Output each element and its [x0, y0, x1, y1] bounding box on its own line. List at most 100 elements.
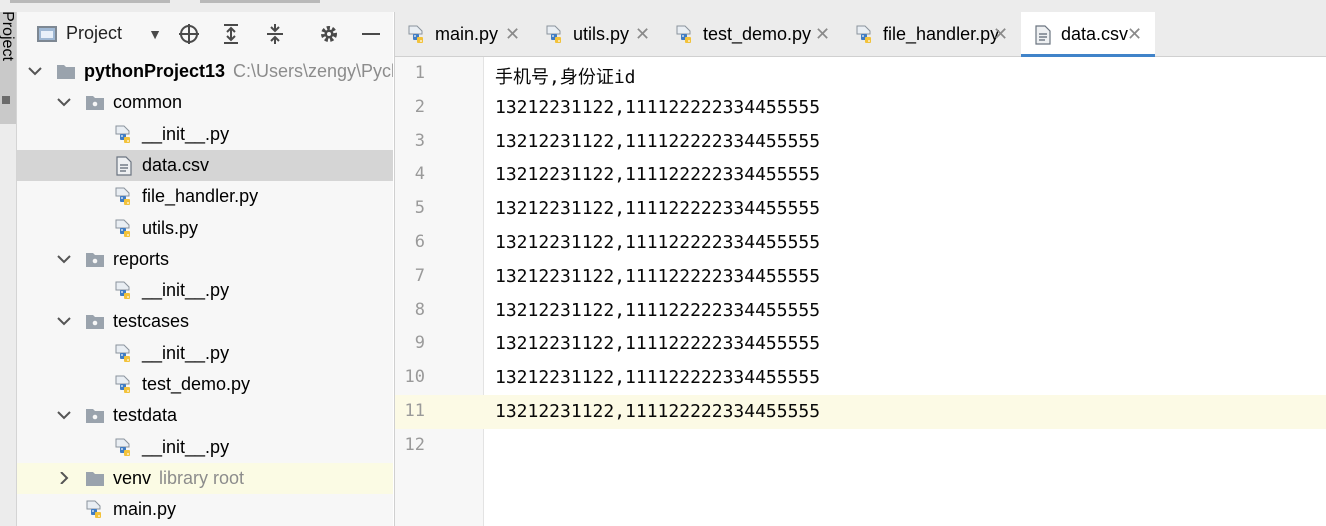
close-icon[interactable]: ✕	[505, 24, 520, 45]
tree-item-utils-py[interactable]: utils.py	[17, 213, 393, 244]
close-icon[interactable]: ✕	[635, 24, 650, 45]
code-line-text: 13212231122,111122222334455555	[495, 198, 821, 220]
tab-test-demo-py[interactable]: test_demo.py ✕	[663, 12, 843, 56]
code-line[interactable]: 7 13212231122,111122222334455555	[395, 260, 1326, 294]
package-folder-icon	[85, 312, 105, 332]
chevron-down-icon[interactable]	[57, 400, 71, 431]
tree-item-label: __init__.py	[142, 280, 230, 301]
tree-item-testcases[interactable]: testcases	[17, 306, 393, 337]
tree-item-venv[interactable]: venv library root	[17, 462, 393, 494]
close-icon[interactable]: ✕	[815, 24, 830, 45]
tree-item-pythonproject13[interactable]: pythonProject13 C:\Users\zengy\Pych	[17, 56, 393, 87]
tab-label: data.csv	[1061, 24, 1129, 44]
hide-panel-icon[interactable]	[359, 22, 383, 46]
top-strip-fragment	[10, 0, 170, 3]
python-file-icon	[114, 375, 134, 395]
chevron-right-icon[interactable]	[57, 463, 71, 494]
chevron-down-icon[interactable]	[28, 56, 42, 87]
code-line[interactable]: 1 手机号,身份证id	[395, 57, 1326, 91]
project-panel: Project ▼ pythonProject13 C:\Users\zengy\…	[17, 12, 393, 526]
top-strip-fragment	[200, 0, 320, 3]
code-line[interactable]: 10 13212231122,111122222334455555	[395, 361, 1326, 395]
line-number: 10	[404, 367, 425, 388]
code-line[interactable]: 2 13212231122,111122222334455555	[395, 91, 1326, 125]
tree-item-test-demo-py[interactable]: test_demo.py	[17, 369, 393, 400]
line-number: 4	[414, 164, 425, 185]
collapse-all-icon[interactable]	[263, 22, 287, 46]
tree-item-label: reports	[113, 248, 170, 269]
tree-item-init-py[interactable]: __init__.py	[17, 119, 393, 150]
top-menu-strip	[0, 0, 1326, 12]
chevron-down-icon[interactable]	[57, 244, 71, 275]
editor-area: main.py ✕ utils.py ✕ test_demo.py ✕ file_handl…	[394, 12, 1326, 526]
tree-item-hint: C:\Users\zengy\Pych	[233, 61, 393, 81]
tree-item-label: __init__.py	[142, 436, 230, 457]
editor-tab-bar: main.py ✕ utils.py ✕ test_demo.py ✕ file_handl…	[395, 12, 1326, 57]
tool-window-stripe: Project	[0, 11, 17, 526]
text-file-icon	[1033, 25, 1053, 45]
tree-item-label: testdata	[113, 405, 178, 426]
tab-label: file_handler.py	[883, 24, 1000, 44]
close-icon[interactable]: ✕	[993, 24, 1008, 45]
tree-item-label: __init__.py	[142, 123, 230, 144]
code-line[interactable]: 4 13212231122,111122222334455555	[395, 158, 1326, 192]
folder-icon	[85, 469, 105, 489]
python-file-icon	[114, 125, 134, 145]
close-icon[interactable]: ✕	[1127, 24, 1142, 45]
line-number: 7	[414, 265, 425, 286]
tree-item-label: data.csv	[142, 154, 210, 175]
chevron-down-icon[interactable]	[57, 306, 71, 337]
tree-item-label: utils.py	[142, 217, 199, 238]
python-file-icon	[85, 500, 105, 520]
folder-icon	[56, 62, 76, 82]
tab-file-handler-py[interactable]: file_handler.py ✕	[843, 12, 1021, 56]
project-panel-title[interactable]: Project	[66, 23, 122, 44]
code-line[interactable]: 5 13212231122,111122222334455555	[395, 192, 1326, 226]
tree-item-reports[interactable]: reports	[17, 244, 393, 275]
locate-file-icon[interactable]	[177, 22, 201, 46]
tree-item-label: main.py	[113, 499, 177, 520]
tree-item-main-py[interactable]: main.py	[17, 494, 393, 525]
expand-all-icon[interactable]	[219, 22, 243, 46]
code-line-text: 13212231122,111122222334455555	[495, 299, 821, 321]
text-file-icon	[114, 156, 134, 176]
tab-data-csv[interactable]: data.csv ✕	[1021, 12, 1155, 57]
code-line-text: 13212231122,111122222334455555	[495, 96, 821, 118]
tree-item-init-py[interactable]: __init__.py	[17, 432, 393, 463]
chevron-down-icon[interactable]	[57, 87, 71, 118]
project-tool-window-button[interactable]: Project	[0, 11, 16, 124]
tree-item-init-py[interactable]: __init__.py	[17, 338, 393, 369]
code-line[interactable]: 12	[395, 429, 1326, 463]
tree-item-label: test_demo.py	[142, 374, 251, 394]
project-view-icon[interactable]	[37, 26, 57, 42]
tab-label: main.py	[435, 24, 499, 44]
code-line[interactable]: 9 13212231122,111122222334455555	[395, 327, 1326, 361]
tree-item-file-handler-py[interactable]: file_handler.py	[17, 181, 393, 212]
gear-icon[interactable]	[317, 22, 341, 46]
code-line-text: 13212231122,111122222334455555	[495, 401, 821, 422]
tab-main-py[interactable]: main.py ✕	[395, 12, 533, 56]
tree-item-hint: library root	[159, 467, 245, 488]
tree-item-data-csv[interactable]: data.csv	[17, 149, 393, 181]
code-line[interactable]: 6 13212231122,111122222334455555	[395, 226, 1326, 260]
python-file-icon	[114, 219, 134, 239]
python-file-icon	[855, 25, 875, 45]
tree-item-init-py[interactable]: __init__.py	[17, 275, 393, 306]
code-line[interactable]: 8 13212231122,111122222334455555	[395, 294, 1326, 328]
tree-item-testdata[interactable]: testdata	[17, 400, 393, 431]
tree-item-common[interactable]: common	[17, 87, 393, 118]
tab-label: test_demo.py	[703, 24, 812, 44]
tree-item-label: testcases	[113, 311, 190, 332]
stripe-mark-icon	[2, 96, 10, 104]
code-line-text: 13212231122,111122222334455555	[495, 164, 821, 186]
python-file-icon	[675, 25, 695, 45]
code-line[interactable]: 11 13212231122,111122222334455555	[395, 395, 1326, 429]
code-line[interactable]: 3 13212231122,111122222334455555	[395, 125, 1326, 159]
python-file-icon	[407, 25, 427, 45]
tree-item-label: __init__.py	[142, 342, 230, 363]
tab-utils-py[interactable]: utils.py ✕	[533, 12, 663, 56]
project-stripe-label: Project	[0, 11, 16, 61]
python-file-icon	[114, 281, 134, 301]
chevron-down-icon[interactable]: ▼	[143, 22, 167, 46]
tree-item-label: venv	[113, 467, 152, 488]
